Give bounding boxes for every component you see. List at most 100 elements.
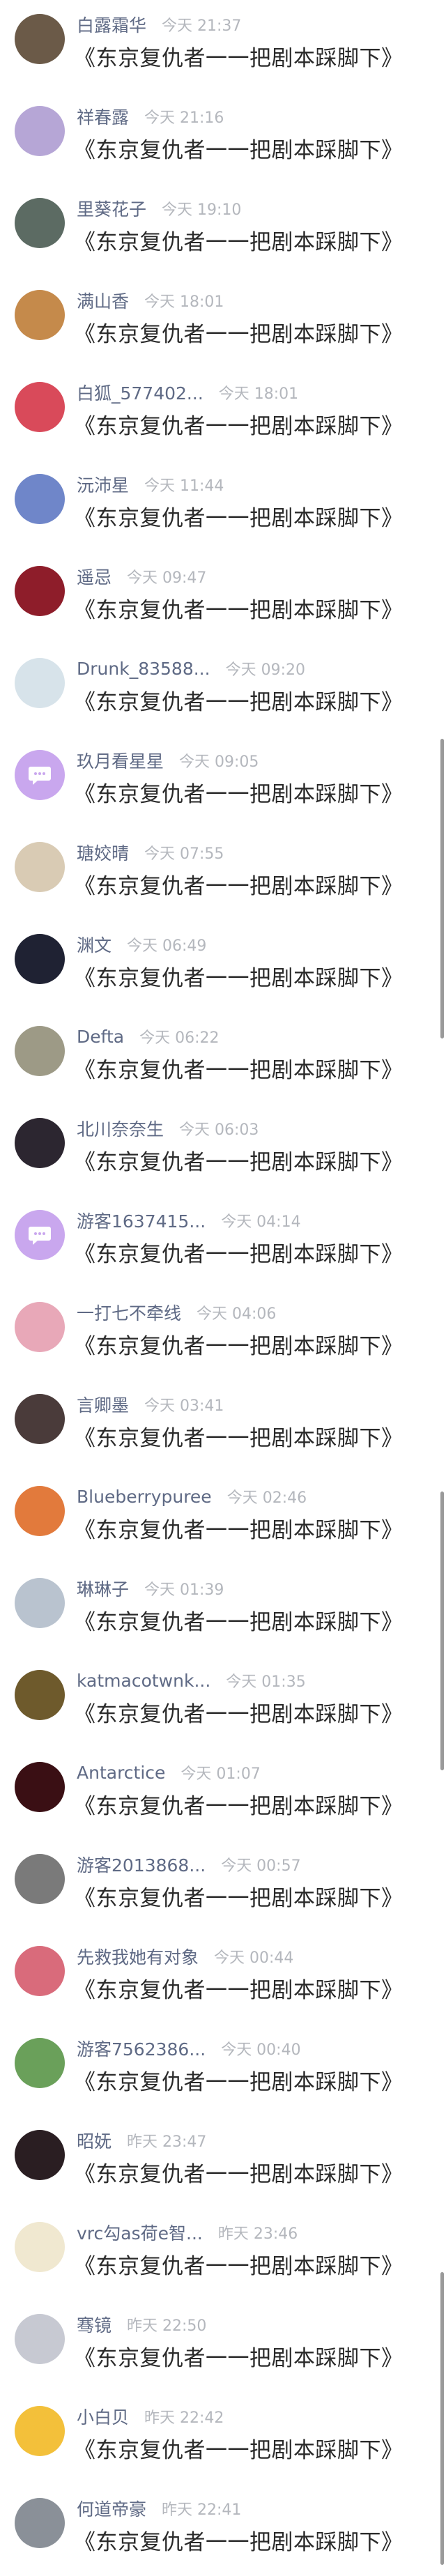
comment-item[interactable]: 先救我她有对象 今天 00:44 《东京复仇者一一把剧本踩脚下》 <box>0 1932 446 2024</box>
comment-item[interactable]: 渊文 今天 06:49 《东京复仇者一一把剧本踩脚下》 <box>0 920 446 1012</box>
scrollbar[interactable] <box>440 739 444 1038</box>
username[interactable]: 一打七不牵线 <box>77 1300 181 1325</box>
avatar[interactable] <box>15 2406 65 2456</box>
avatar[interactable] <box>15 2130 65 2180</box>
avatar[interactable] <box>15 1670 65 1720</box>
username[interactable]: 玖月看星星 <box>77 748 164 773</box>
comment-item[interactable]: 何道帝豪 昨天 22:41 《东京复仇者一一把剧本踩脚下》 <box>0 2484 446 2576</box>
username[interactable]: 瑭姣晴 <box>77 840 129 865</box>
avatar[interactable] <box>15 750 65 800</box>
comment-item[interactable]: 玖月看星星 今天 09:05 《东京复仇者一一把剧本踩脚下》 <box>0 736 446 828</box>
avatar[interactable] <box>15 290 65 340</box>
username[interactable]: 骞镜 <box>77 2312 112 2337</box>
username[interactable]: 渊文 <box>77 932 112 957</box>
avatar[interactable] <box>15 2038 65 2088</box>
username[interactable]: 祥春露 <box>77 104 129 129</box>
comment-item[interactable]: 琳琳子 今天 01:39 《东京复仇者一一把剧本踩脚下》 <box>0 1564 446 1656</box>
username[interactable]: 何道帝豪 <box>77 2496 146 2521</box>
comment-item[interactable]: Defta 今天 06:22 《东京复仇者一一把剧本踩脚下》 <box>0 1012 446 1104</box>
timestamp: 昨天 23:47 <box>127 2133 207 2151</box>
comment-text: 《东京复仇者一一把剧本踩脚下》 <box>74 1150 403 1175</box>
comment-item[interactable]: 北川奈奈生 今天 06:03 《东京复仇者一一把剧本踩脚下》 <box>0 1104 446 1196</box>
comment-meta: 游客2013868... 今天 00:57 <box>77 1853 301 1876</box>
comment-item[interactable]: 骞镜 昨天 22:50 《东京复仇者一一把剧本踩脚下》 <box>0 2300 446 2392</box>
username[interactable]: 小白贝 <box>77 2404 129 2429</box>
avatar[interactable] <box>15 842 65 892</box>
avatar[interactable] <box>15 14 65 64</box>
username[interactable]: Defta <box>77 1027 124 1047</box>
comment-meta: 里葵花子 今天 19:10 <box>77 197 241 220</box>
avatar[interactable] <box>15 1854 65 1904</box>
scrollbar[interactable] <box>440 2272 444 2565</box>
comment-item[interactable]: 游客1637415... 今天 04:14 《东京复仇者一一把剧本踩脚下》 <box>0 1196 446 1288</box>
comment-item[interactable]: 遥忌 今天 09:47 《东京复仇者一一把剧本踩脚下》 <box>0 552 446 644</box>
comment-text: 《东京复仇者一一把剧本踩脚下》 <box>74 874 403 899</box>
comment-item[interactable]: 瑭姣晴 今天 07:55 《东京复仇者一一把剧本踩脚下》 <box>0 828 446 920</box>
comment-item[interactable]: 白露霜华 今天 21:37 《东京复仇者一一把剧本踩脚下》 <box>0 0 446 92</box>
avatar[interactable] <box>15 106 65 156</box>
timestamp: 今天 09:05 <box>179 753 259 771</box>
username[interactable]: 北川奈奈生 <box>77 1116 164 1141</box>
username[interactable]: 白露霜华 <box>77 12 146 37</box>
username[interactable]: 满山香 <box>77 288 129 313</box>
avatar[interactable] <box>15 934 65 984</box>
username[interactable]: 游客1637415... <box>77 1208 206 1233</box>
username[interactable]: 遥忌 <box>77 564 112 589</box>
username[interactable]: 先救我她有对象 <box>77 1944 199 1969</box>
comment-item[interactable]: 一打七不牵线 今天 04:06 《东京复仇者一一把剧本踩脚下》 <box>0 1288 446 1380</box>
avatar[interactable] <box>15 1486 65 1536</box>
username[interactable]: 游客7562386... <box>77 2036 206 2061</box>
comment-meta: Defta 今天 06:22 <box>77 1025 220 1048</box>
avatar[interactable] <box>15 1946 65 1996</box>
comment-item[interactable]: 白狐_577402... 今天 18:01 《东京复仇者一一把剧本踩脚下》 <box>0 368 446 460</box>
username[interactable]: katmacotwnk... <box>77 1671 210 1691</box>
avatar[interactable] <box>15 382 65 432</box>
avatar[interactable] <box>15 474 65 524</box>
comment-item[interactable]: Blueberrypuree 今天 02:46 《东京复仇者一一把剧本踩脚下》 <box>0 1472 446 1564</box>
timestamp: 今天 04:06 <box>197 1305 277 1323</box>
username[interactable]: 言卿墨 <box>77 1392 129 1417</box>
comment-item[interactable]: vrc勾as荷e智... 昨天 23:46 《东京复仇者一一把剧本踩脚下》 <box>0 2208 446 2300</box>
username[interactable]: vrc勾as荷e智... <box>77 2220 203 2245</box>
avatar[interactable] <box>15 1026 65 1076</box>
comment-item[interactable]: 游客2013868... 今天 00:57 《东京复仇者一一把剧本踩脚下》 <box>0 1840 446 1932</box>
comment-item[interactable]: 游客7562386... 今天 00:40 《东京复仇者一一把剧本踩脚下》 <box>0 2024 446 2116</box>
timestamp: 今天 18:01 <box>144 293 224 311</box>
comment-item[interactable]: Antarctice 今天 01:07 《东京复仇者一一把剧本踩脚下》 <box>0 1748 446 1840</box>
avatar[interactable] <box>15 1394 65 1444</box>
comment-item[interactable]: Drunk_83588... 今天 09:20 《东京复仇者一一把剧本踩脚下》 <box>0 644 446 736</box>
username[interactable]: 里葵花子 <box>77 196 146 221</box>
avatar[interactable] <box>15 2498 65 2548</box>
username[interactable]: 沅沛星 <box>77 472 129 497</box>
username[interactable]: 琳琳子 <box>77 1576 129 1601</box>
comment-item[interactable]: 满山香 今天 18:01 《东京复仇者一一把剧本踩脚下》 <box>0 276 446 368</box>
avatar[interactable] <box>15 1762 65 1812</box>
comment-item[interactable]: katmacotwnk... 今天 01:35 《东京复仇者一一把剧本踩脚下》 <box>0 1656 446 1748</box>
avatar[interactable] <box>15 2222 65 2272</box>
scrollbar[interactable] <box>440 1492 444 1770</box>
avatar[interactable] <box>15 2314 65 2364</box>
username[interactable]: Drunk_83588... <box>77 659 210 679</box>
username[interactable]: Antarctice <box>77 1763 165 1783</box>
username[interactable]: Blueberrypuree <box>77 1487 212 1507</box>
comment-meta: 白露霜华 今天 21:37 <box>77 13 241 36</box>
avatar[interactable] <box>15 658 65 708</box>
comment-text: 《东京复仇者一一把剧本踩脚下》 <box>74 1242 403 1267</box>
comment-item[interactable]: 祥春露 今天 21:16 《东京复仇者一一把剧本踩脚下》 <box>0 92 446 184</box>
username[interactable]: 白狐_577402... <box>77 380 203 405</box>
comment-item[interactable]: 里葵花子 今天 19:10 《东京复仇者一一把剧本踩脚下》 <box>0 184 446 276</box>
username[interactable]: 游客2013868... <box>77 1852 206 1877</box>
avatar[interactable] <box>15 1118 65 1168</box>
comment-item[interactable]: 沅沛星 今天 11:44 《东京复仇者一一把剧本踩脚下》 <box>0 460 446 552</box>
comment-meta: Blueberrypuree 今天 02:46 <box>77 1485 307 1508</box>
comment-item[interactable]: 言卿墨 今天 03:41 《东京复仇者一一把剧本踩脚下》 <box>0 1380 446 1472</box>
avatar[interactable] <box>15 1578 65 1628</box>
comment-item[interactable]: 昭妩 昨天 23:47 《东京复仇者一一把剧本踩脚下》 <box>0 2116 446 2208</box>
comment-text: 《东京复仇者一一把剧本踩脚下》 <box>74 230 403 255</box>
avatar[interactable] <box>15 1210 65 1260</box>
username[interactable]: 昭妩 <box>77 2128 112 2153</box>
comment-item[interactable]: 小白贝 昨天 22:42 《东京复仇者一一把剧本踩脚下》 <box>0 2392 446 2484</box>
avatar[interactable] <box>15 566 65 616</box>
avatar[interactable] <box>15 1302 65 1352</box>
avatar[interactable] <box>15 198 65 248</box>
